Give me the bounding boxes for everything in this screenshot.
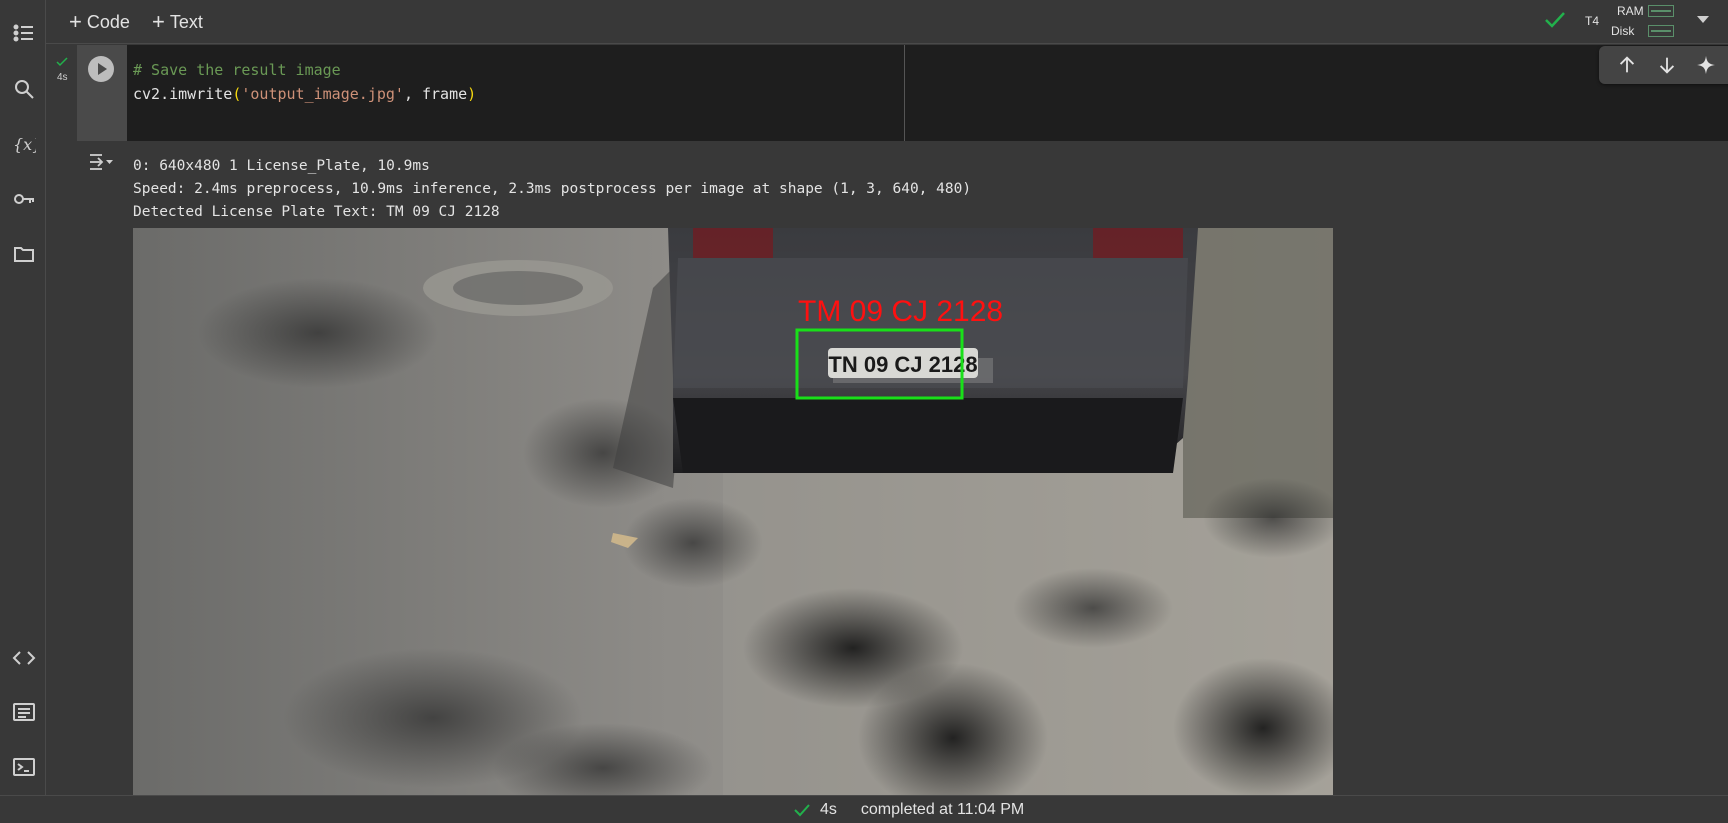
check-icon xyxy=(56,57,68,67)
ruler-line xyxy=(904,45,905,141)
plus-icon: + xyxy=(152,9,165,34)
detection-label: TM 09 CJ 2128 xyxy=(798,295,1003,328)
code-cell[interactable]: # Save the result image cv2.imwrite('out… xyxy=(77,45,1728,795)
sparkle-icon[interactable] xyxy=(1694,53,1718,77)
add-code-label: Code xyxy=(86,11,130,32)
exec-time: 4s xyxy=(57,72,68,83)
output-toggle-icon[interactable] xyxy=(88,151,114,173)
code-snippets-icon[interactable] xyxy=(10,644,38,672)
code-paren-close: ) xyxy=(467,85,477,103)
run-icon[interactable] xyxy=(88,56,114,82)
add-code-button[interactable]: + Code xyxy=(69,10,130,34)
svg-text:{x}: {x} xyxy=(13,135,36,154)
code-comment: # Save the result image xyxy=(133,61,341,79)
left-sidebar: {x} xyxy=(0,0,46,795)
output-line-1: 0: 640x480 1 License_Plate, 10.9ms xyxy=(133,158,430,174)
output-line-3: Detected License Plate Text: TM 09 CJ 21… xyxy=(133,204,500,220)
plate-text: TN 09 CJ 2128 xyxy=(828,352,977,377)
add-text-label: Text xyxy=(169,11,203,32)
cell-gutter: 4s xyxy=(47,45,77,793)
search-icon[interactable] xyxy=(10,75,38,103)
command-palette-icon[interactable] xyxy=(10,698,38,726)
arrow-down-icon[interactable] xyxy=(1655,53,1679,77)
code-args: , frame xyxy=(403,85,468,103)
cell-toolbar xyxy=(1599,46,1728,84)
key-icon[interactable] xyxy=(10,185,38,213)
disk-bar[interactable] xyxy=(1648,25,1674,37)
variables-icon[interactable]: {x} xyxy=(10,130,38,158)
code-function: cv2.imwrite xyxy=(133,85,233,103)
code-string: 'output_image.jpg' xyxy=(241,85,404,103)
plus-icon: + xyxy=(69,9,82,34)
ram-bar[interactable] xyxy=(1648,5,1674,17)
notebook-toolbar: + Code + Text xyxy=(46,0,1728,44)
add-text-button[interactable]: + Text xyxy=(152,10,203,34)
output-image: TN 09 CJ 2128 TM 09 CJ 2128 xyxy=(133,228,1333,795)
output-line-2: Speed: 2.4ms preprocess, 10.9ms inferenc… xyxy=(133,181,972,197)
code-editor[interactable]: # Save the result image cv2.imwrite('out… xyxy=(127,45,1728,141)
status-duration: 4s xyxy=(820,801,837,818)
folder-icon[interactable] xyxy=(10,240,38,268)
check-icon xyxy=(1544,10,1566,35)
terminal-icon[interactable] xyxy=(10,753,38,781)
status-completed: completed at 11:04 PM xyxy=(860,801,1025,818)
runtime-type[interactable]: T4 xyxy=(1585,14,1599,28)
check-icon xyxy=(794,804,810,817)
output-text: 0: 640x480 1 License_Plate, 10.9ms Speed… xyxy=(133,155,971,224)
arrow-up-icon[interactable] xyxy=(1615,53,1639,77)
status-bar: 4s completed at 11:04 PM xyxy=(0,795,1728,823)
detection-photo: TN 09 CJ 2128 TM 09 CJ 2128 xyxy=(133,228,1333,795)
chevron-down-icon[interactable] xyxy=(1697,16,1709,23)
cell-output: 0: 640x480 1 License_Plate, 10.9ms Speed… xyxy=(77,141,1728,795)
code-text[interactable]: # Save the result image cv2.imwrite('out… xyxy=(133,58,476,106)
toc-icon[interactable] xyxy=(10,19,38,47)
run-area xyxy=(77,45,127,141)
